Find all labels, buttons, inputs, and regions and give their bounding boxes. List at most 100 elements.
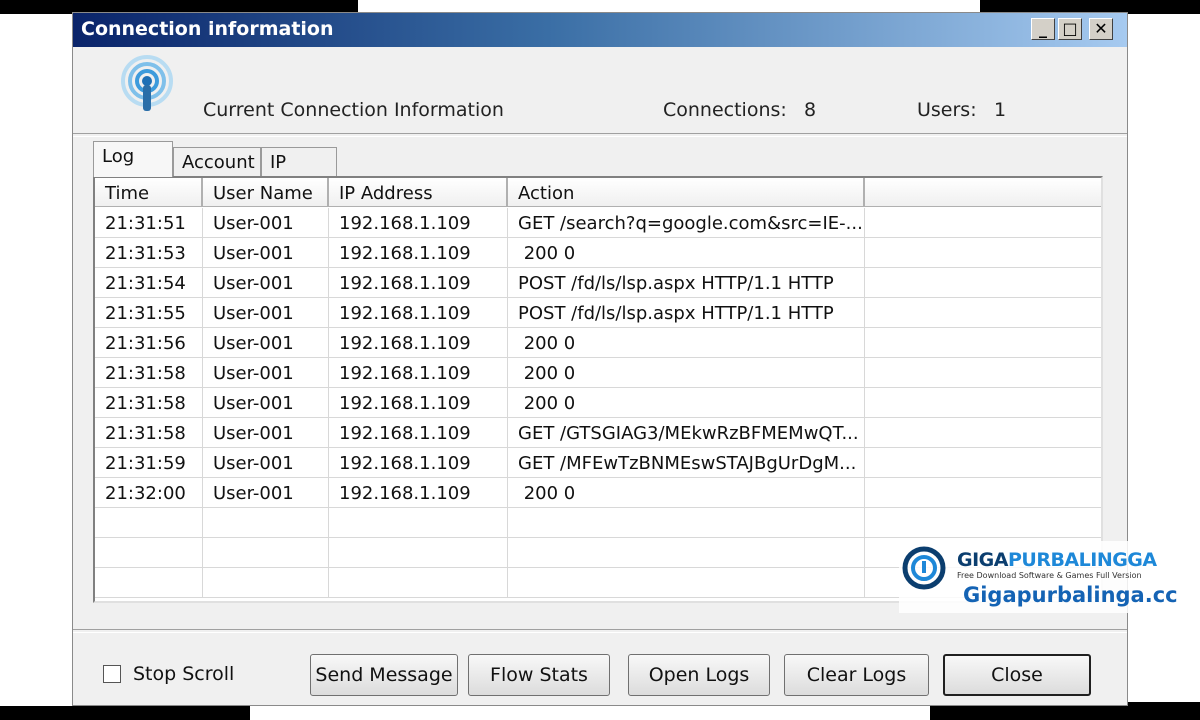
- cell-time: [95, 508, 203, 538]
- cell-user-name: User-001: [203, 418, 329, 448]
- cell-time: 21:31:54: [95, 268, 203, 298]
- log-table[interactable]: Time User Name IP Address Action 21:31:5…: [93, 176, 1103, 603]
- users-count: 1: [994, 99, 1007, 121]
- tab-ip[interactable]: IP: [261, 147, 337, 177]
- cell-action: GET /GTSGIAG3/MEkwRzBFMEMwQT...: [508, 418, 865, 448]
- watermark-brand-part2: PURBALINGGA: [1007, 549, 1157, 571]
- tab-log[interactable]: Log: [93, 141, 173, 177]
- footer-divider: [73, 629, 1127, 633]
- cell-blank: [865, 508, 1101, 538]
- cell-action: [508, 538, 865, 568]
- cell-user-name: User-001: [203, 358, 329, 388]
- watermark-url: Gigapurbalinga.cc: [963, 583, 1178, 607]
- cell-time: 21:31:58: [95, 418, 203, 448]
- cell-action: POST /fd/ls/lsp.aspx HTTP/1.1 HTTP: [508, 298, 865, 328]
- cell-time: 21:31:58: [95, 358, 203, 388]
- cell-user-name: [203, 568, 329, 598]
- cell-blank: [865, 418, 1101, 448]
- cell-ip-address: 192.168.1.109: [329, 208, 508, 238]
- close-button[interactable]: Close: [943, 654, 1091, 696]
- open-logs-button[interactable]: Open Logs: [628, 654, 770, 696]
- cell-ip-address: 192.168.1.109: [329, 388, 508, 418]
- cell-blank: [865, 448, 1101, 478]
- cell-user-name: User-001: [203, 298, 329, 328]
- table-row[interactable]: 21:31:53 User-001 192.168.1.109 200 0: [95, 238, 1101, 268]
- cell-ip-address: 192.168.1.109: [329, 268, 508, 298]
- flow-stats-button[interactable]: Flow Stats: [468, 654, 610, 696]
- cell-time: 21:31:55: [95, 298, 203, 328]
- table-row[interactable]: 21:31:51 User-001 192.168.1.109 GET /search…: [95, 208, 1101, 238]
- cell-ip-address: 192.168.1.109: [329, 418, 508, 448]
- cell-ip-address: 192.168.1.109: [329, 448, 508, 478]
- cell-ip-address: 192.168.1.109: [329, 358, 508, 388]
- table-header: Time User Name IP Address Action: [95, 178, 1101, 208]
- table-row[interactable]: 21:31:54 User-001 192.168.1.109 POST /fd/ls…: [95, 268, 1101, 298]
- table-row[interactable]: 21:31:58 User-001 192.168.1.109 200 0: [95, 358, 1101, 388]
- table-row[interactable]: 21:31:58 User-001 192.168.1.109 200 0: [95, 388, 1101, 418]
- empty-table-row: [95, 508, 1101, 538]
- column-header-action[interactable]: Action: [508, 178, 865, 207]
- frame-corner-bottom-left: [0, 706, 250, 720]
- cell-user-name: User-001: [203, 328, 329, 358]
- clear-logs-button[interactable]: Clear Logs: [784, 654, 929, 696]
- watermark-brand-part1: GIGA: [957, 549, 1008, 571]
- connection-heading: Current Connection Information: [203, 99, 504, 121]
- cell-user-name: User-001: [203, 208, 329, 238]
- send-message-button[interactable]: Send Message: [310, 654, 458, 696]
- cell-user-name: User-001: [203, 388, 329, 418]
- cell-time: 21:31:58: [95, 388, 203, 418]
- cell-blank: [865, 268, 1101, 298]
- cell-blank: [865, 238, 1101, 268]
- connections-count: 8: [804, 99, 817, 121]
- cell-time: 21:31:51: [95, 208, 203, 238]
- minimize-button[interactable]: _: [1031, 18, 1055, 40]
- cell-blank: [865, 358, 1101, 388]
- cell-action: [508, 568, 865, 598]
- cell-ip-address: [329, 538, 508, 568]
- title-bar[interactable]: Connection information _ □ ✕: [73, 13, 1127, 47]
- stop-scroll-box[interactable]: [103, 665, 121, 683]
- table-row[interactable]: 21:31:58 User-001 192.168.1.109 GET /GTSGIA…: [95, 418, 1101, 448]
- column-header-blank[interactable]: [865, 178, 1101, 207]
- cell-user-name: User-001: [203, 268, 329, 298]
- column-header-ip-address[interactable]: IP Address: [329, 178, 508, 207]
- maximize-button[interactable]: □: [1058, 18, 1082, 40]
- column-header-time[interactable]: Time: [95, 178, 203, 207]
- connection-summary: Current Connection Information Connectio…: [73, 47, 1127, 133]
- cell-ip-address: 192.168.1.109: [329, 238, 508, 268]
- tab-account[interactable]: Account: [173, 147, 261, 177]
- table-row[interactable]: 21:31:59 User-001 192.168.1.109 GET /MFEwTz…: [95, 448, 1101, 478]
- watermark-tagline: Free Download Software & Games Full Vers…: [957, 571, 1142, 580]
- watermark: GIGAPURBALINGGA Free Download Software &…: [899, 541, 1178, 613]
- column-header-user-name[interactable]: User Name: [203, 178, 329, 207]
- header-divider: [73, 133, 1127, 137]
- cell-time: 21:31:56: [95, 328, 203, 358]
- cell-time: 21:31:59: [95, 448, 203, 478]
- connection-info-dialog: Connection information _ □ ✕ Current Con…: [72, 12, 1178, 706]
- cell-user-name: User-001: [203, 478, 329, 508]
- cell-action: 200 0: [508, 328, 865, 358]
- cell-action: 200 0: [508, 478, 865, 508]
- cell-time: [95, 538, 203, 568]
- stop-scroll-label: Stop Scroll: [133, 663, 235, 685]
- window-title: Connection information: [81, 18, 334, 40]
- cell-user-name: User-001: [203, 238, 329, 268]
- cell-time: 21:31:53: [95, 238, 203, 268]
- table-row[interactable]: 21:32:00 User-001 192.168.1.109 200 0: [95, 478, 1101, 508]
- watermark-brand: GIGAPURBALINGGA: [957, 549, 1157, 571]
- connections-label: Connections:: [663, 99, 787, 121]
- watermark-logo-icon: [901, 545, 947, 591]
- table-row[interactable]: 21:31:56 User-001 192.168.1.109 200 0: [95, 328, 1101, 358]
- cell-time: 21:32:00: [95, 478, 203, 508]
- cell-action: [508, 508, 865, 538]
- cell-action: 200 0: [508, 388, 865, 418]
- cell-action: GET /search?q=google.com&src=IE-...: [508, 208, 865, 238]
- cell-user-name: User-001: [203, 448, 329, 478]
- cell-blank: [865, 478, 1101, 508]
- close-window-button[interactable]: ✕: [1089, 18, 1113, 40]
- cell-action: POST /fd/ls/lsp.aspx HTTP/1.1 HTTP: [508, 268, 865, 298]
- table-row[interactable]: 21:31:55 User-001 192.168.1.109 POST /fd/ls…: [95, 298, 1101, 328]
- cell-ip-address: [329, 508, 508, 538]
- cell-ip-address: [329, 568, 508, 598]
- cell-blank: [865, 388, 1101, 418]
